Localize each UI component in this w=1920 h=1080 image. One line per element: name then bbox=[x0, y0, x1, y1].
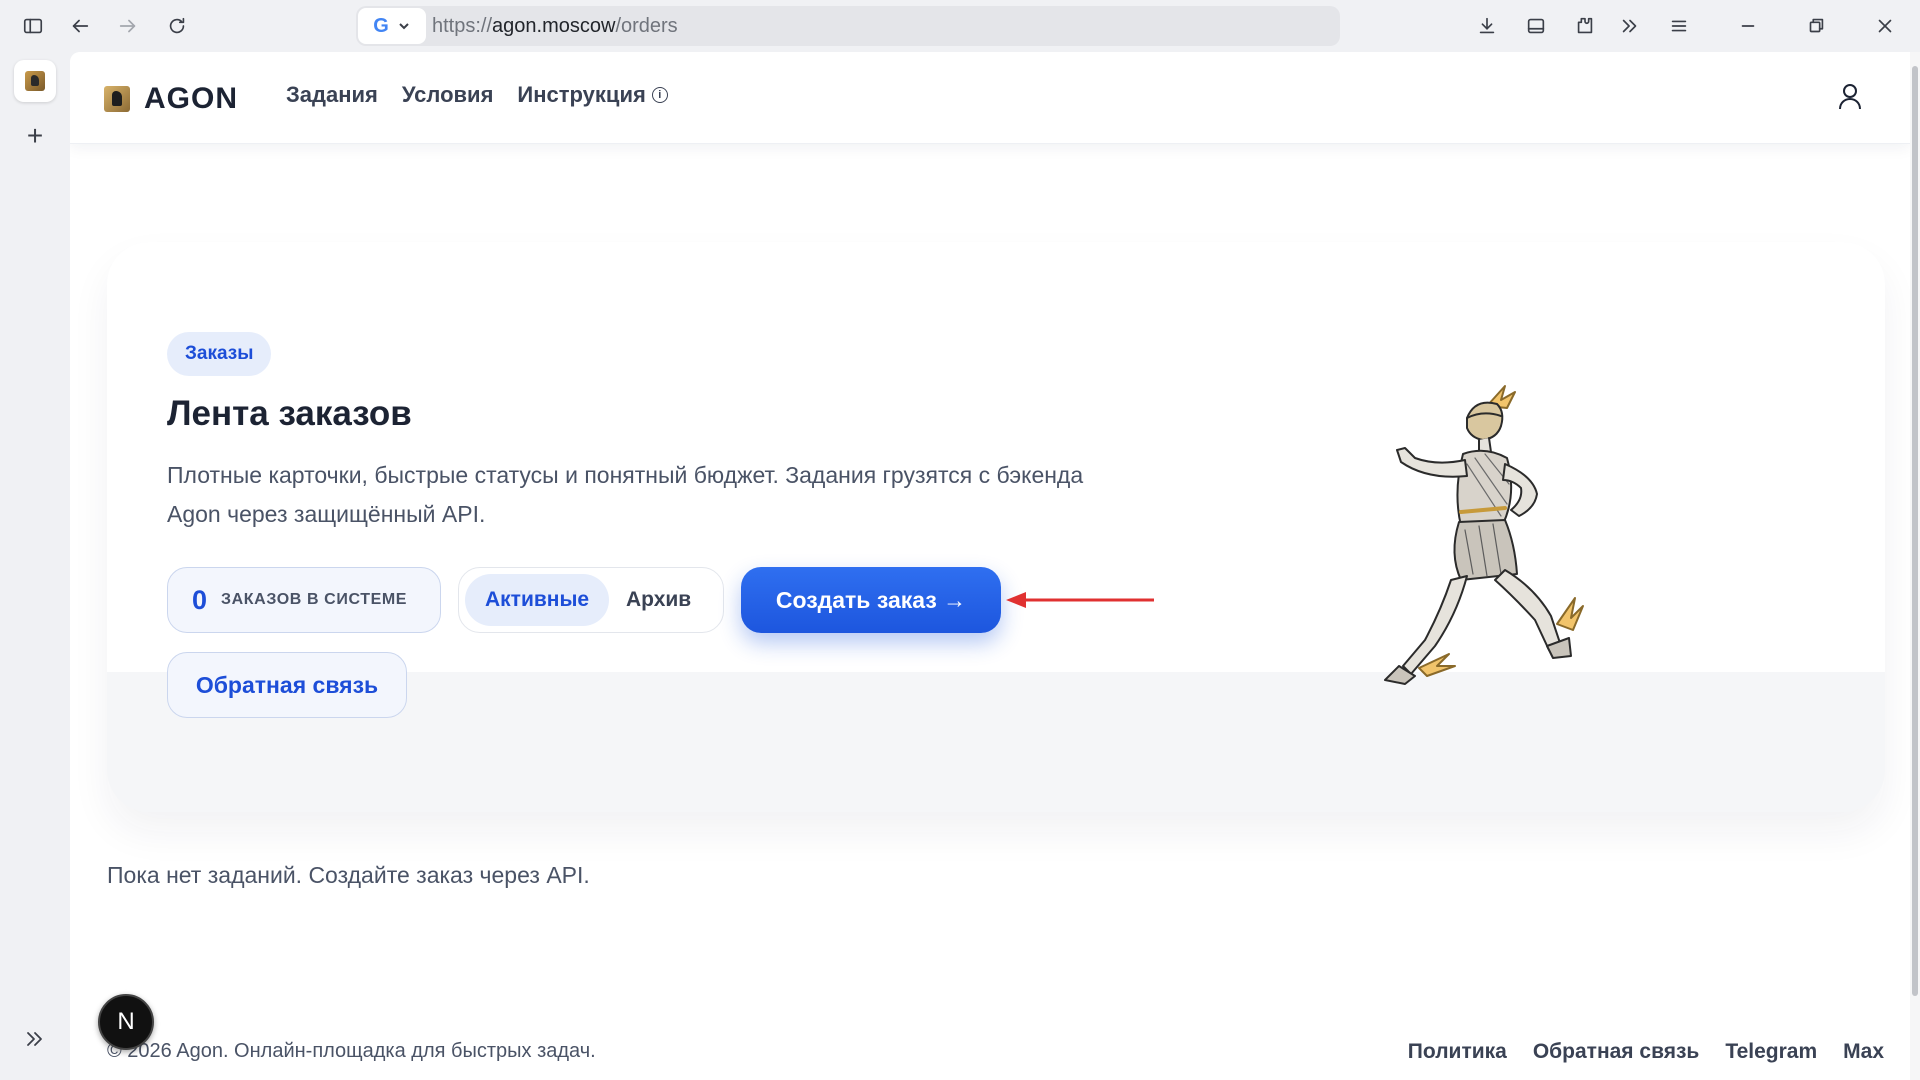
footer-links: Политика Обратная связь Telegram Max bbox=[1408, 1040, 1884, 1064]
more-tools-icon[interactable] bbox=[1614, 10, 1646, 42]
url-text[interactable]: https://agon.moscow/orders bbox=[432, 6, 678, 46]
agon-favicon-icon bbox=[25, 71, 45, 91]
extensions-icon[interactable] bbox=[1569, 10, 1601, 42]
url-path: /orders bbox=[615, 15, 678, 37]
reading-view-icon[interactable] bbox=[1520, 10, 1552, 42]
main-nav: Задания Условия Инструкция i bbox=[286, 82, 668, 108]
scrollbar-thumb[interactable] bbox=[1912, 66, 1918, 996]
expand-sidebar-icon[interactable] bbox=[18, 1022, 52, 1056]
nav-item-tasks[interactable]: Задания bbox=[286, 82, 378, 108]
site-header: AGON Задания Условия Инструкция i bbox=[70, 52, 1910, 144]
footer-copyright: © 2026 Agon. Онлайн-площадка для быстрых… bbox=[107, 1040, 596, 1062]
address-bar[interactable]: G https://agon.moscow/orders bbox=[356, 6, 1340, 46]
nav-item-instructions[interactable]: Инструкция i bbox=[517, 82, 668, 108]
search-engine-selector[interactable]: G bbox=[358, 8, 426, 44]
footer-link-telegram[interactable]: Telegram bbox=[1725, 1040, 1817, 1064]
chevron-down-icon bbox=[399, 23, 409, 30]
nav-item-terms[interactable]: Условия bbox=[402, 82, 494, 108]
browser-sidebar: + bbox=[0, 52, 70, 1080]
orders-count-label: ЗАКАЗОВ В СИСТЕМЕ bbox=[221, 591, 408, 608]
new-tab-button[interactable]: + bbox=[19, 120, 51, 152]
footer-link-feedback[interactable]: Обратная связь bbox=[1533, 1040, 1699, 1064]
annotation-arrow-icon bbox=[1006, 592, 1154, 608]
agon-logo-icon bbox=[104, 86, 130, 112]
menu-icon[interactable] bbox=[1663, 10, 1695, 42]
google-icon: G bbox=[373, 14, 389, 37]
url-host: agon.moscow bbox=[492, 15, 616, 37]
feedback-button[interactable]: Обратная связь bbox=[167, 652, 407, 718]
footer-link-max[interactable]: Max bbox=[1843, 1040, 1884, 1064]
back-icon[interactable] bbox=[64, 10, 96, 42]
url-scheme: https:// bbox=[432, 15, 493, 37]
page-scrollbar[interactable] bbox=[1910, 52, 1920, 1080]
close-window-icon[interactable] bbox=[1869, 10, 1901, 42]
user-profile-icon[interactable] bbox=[1834, 80, 1866, 112]
hero-description: Плотные карточки, быстрые статусы и поня… bbox=[167, 462, 1084, 527]
restore-icon[interactable] bbox=[1800, 10, 1832, 42]
hero-card: Заказы Лента заказов Плотные карточки, б… bbox=[107, 242, 1885, 812]
create-order-button[interactable]: Создать заказ → bbox=[741, 567, 1001, 633]
filter-active-button[interactable]: Активные bbox=[465, 574, 610, 626]
nav-item-instructions-label: Инструкция bbox=[517, 82, 646, 107]
forward-icon[interactable] bbox=[112, 10, 144, 42]
sidebar-toggle-icon[interactable] bbox=[17, 10, 49, 42]
brand-name: AGON bbox=[144, 82, 238, 115]
filter-archive-button[interactable]: Архив bbox=[606, 574, 711, 626]
page-title: Лента заказов bbox=[167, 394, 412, 433]
info-icon: i bbox=[651, 87, 668, 103]
reload-icon[interactable] bbox=[161, 10, 193, 42]
nextjs-dev-badge[interactable]: N bbox=[98, 994, 154, 1050]
empty-state-message: Пока нет заданий. Создайте заказ через A… bbox=[107, 862, 590, 888]
hermes-illustration bbox=[1384, 385, 1584, 685]
orders-count-value: 0 bbox=[192, 584, 208, 615]
minimize-icon[interactable] bbox=[1732, 10, 1764, 42]
section-badge: Заказы bbox=[167, 332, 272, 376]
status-filter: Активные Архив bbox=[458, 567, 724, 633]
brand-link[interactable]: AGON bbox=[104, 82, 238, 116]
active-tab[interactable] bbox=[14, 60, 56, 102]
downloads-icon[interactable] bbox=[1471, 10, 1503, 42]
page-viewport: AGON Задания Условия Инструкция i Заказы… bbox=[70, 52, 1920, 1080]
orders-counter: 0 ЗАКАЗОВ В СИСТЕМЕ bbox=[167, 567, 441, 633]
footer-link-policy[interactable]: Политика bbox=[1408, 1040, 1507, 1064]
browser-toolbar: G https://agon.moscow/orders bbox=[0, 0, 1920, 52]
